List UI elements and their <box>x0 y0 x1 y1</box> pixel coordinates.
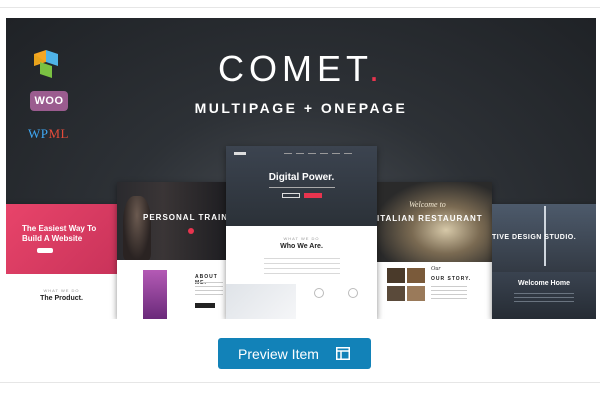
preview-item-button[interactable]: Preview Item <box>218 338 371 369</box>
digital-hero-button-outline <box>282 193 300 198</box>
layout-icon <box>336 347 350 360</box>
pink-kicker: WHAT WE DO <box>43 288 80 293</box>
trainer-text-lines <box>195 282 223 298</box>
restaurant-text-lines <box>431 286 467 302</box>
theme-title: COMET. <box>6 48 596 90</box>
studio-body: Welcome Home <box>492 272 596 319</box>
pink-hero-button <box>37 248 53 253</box>
restaurant-hero: Welcome to ITALIAN RESTAURANT <box>377 182 492 262</box>
wpml-logo: WPML <box>28 126 69 142</box>
digital-nav <box>234 152 369 155</box>
pink-hero-text: The Easiest Way To Build A Website <box>22 224 97 243</box>
wpml-logo-ml: ML <box>48 126 69 141</box>
trainer-hero: PERSONAL TRAIN <box>117 182 232 260</box>
restaurant-hero-text: ITALIAN RESTAURANT <box>377 214 483 223</box>
restaurant-photo <box>387 286 405 301</box>
restaurant-welcome: Welcome to <box>409 200 446 209</box>
studio-hero: TIVE DESIGN STUDIO. <box>492 204 596 272</box>
studio-hero-text: TIVE DESIGN STUDIO. <box>492 234 577 241</box>
studio-welcome: Welcome Home <box>518 280 570 287</box>
screenshot-pink-landing: The Easiest Way To Build A Website WHAT … <box>6 204 117 319</box>
pink-hero: The Easiest Way To Build A Website <box>6 204 117 274</box>
digital-hero-line <box>269 187 335 188</box>
trainer-red-dot <box>188 228 194 234</box>
pink-body-title: The Product. <box>40 295 83 302</box>
trainer-hero-text: PERSONAL TRAIN <box>143 213 228 222</box>
digital-hero-title: Digital Power. <box>268 172 335 183</box>
trainer-button <box>195 303 215 308</box>
digital-feature-icon <box>348 288 358 298</box>
digital-body-title: Who We Are. <box>280 243 323 250</box>
restaurant-photo <box>387 268 405 283</box>
theme-title-dot: . <box>368 48 384 89</box>
top-divider <box>0 7 600 8</box>
digital-feature-icon <box>314 288 324 298</box>
studio-text-lines <box>514 293 574 302</box>
product-preview: WOO WPML COMET. MULTIPAGE + ONEPAGE The … <box>0 0 600 400</box>
digital-hero-button-solid <box>304 193 322 198</box>
screenshot-digital-power: Digital Power. WHAT WE DO Who We Are. <box>226 146 377 319</box>
trainer-photo <box>143 270 167 319</box>
pink-body: WHAT WE DO The Product. <box>6 274 117 302</box>
preview-banner[interactable]: WOO WPML COMET. MULTIPAGE + ONEPAGE The … <box>6 18 596 319</box>
restaurant-story-title: OUR STORY. <box>431 276 472 282</box>
trainer-body: ABOUT ME. <box>117 260 232 319</box>
preview-item-label: Preview Item <box>238 346 319 362</box>
theme-title-text: COMET <box>217 48 369 89</box>
digital-body: WHAT WE DO Who We Are. <box>226 226 377 319</box>
screenshot-design-studio: TIVE DESIGN STUDIO. Welcome Home <box>492 204 596 319</box>
restaurant-body: Our OUR STORY. <box>377 262 492 319</box>
digital-laptop-image <box>226 284 296 319</box>
restaurant-script-text: Our <box>431 266 441 272</box>
digital-kicker: WHAT WE DO <box>283 236 320 241</box>
digital-text-lines <box>264 258 340 278</box>
screenshot-italian-restaurant: Welcome to ITALIAN RESTAURANT Our OUR ST… <box>377 182 492 319</box>
screenshot-personal-trainer: PERSONAL TRAIN ABOUT ME. <box>117 182 232 319</box>
digital-hero: Digital Power. <box>226 146 377 226</box>
theme-subtitle: MULTIPAGE + ONEPAGE <box>194 100 408 116</box>
restaurant-photo <box>407 286 425 301</box>
bottom-divider <box>0 382 600 383</box>
restaurant-photo <box>407 268 425 283</box>
wpml-logo-wp: WP <box>28 126 49 141</box>
trainer-figure <box>123 196 151 260</box>
